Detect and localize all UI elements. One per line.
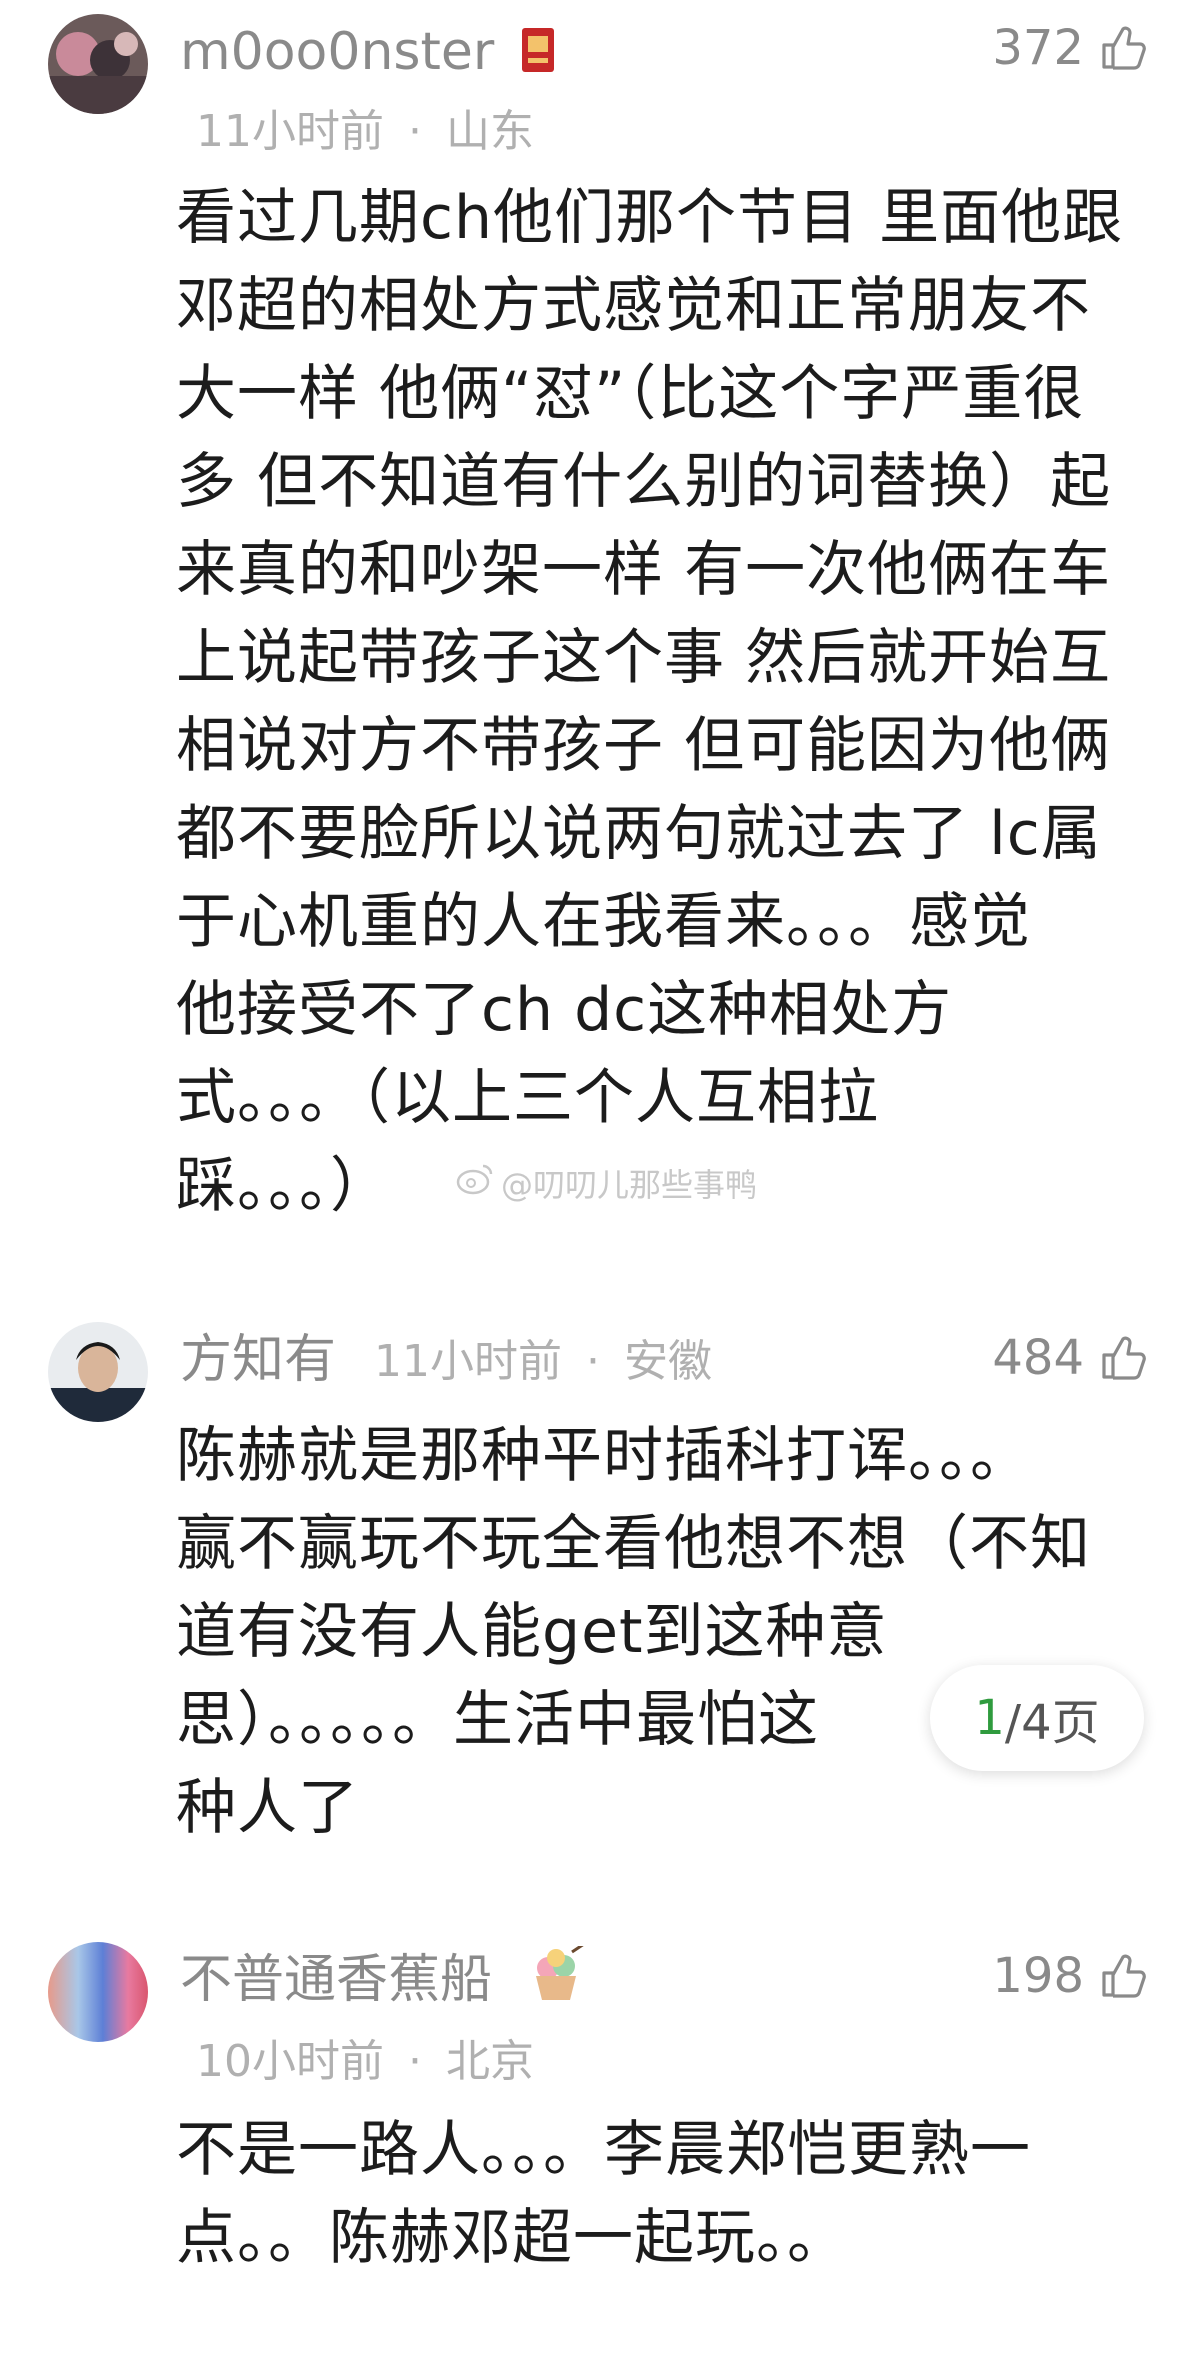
like-count: 198 [992, 1948, 1084, 2004]
like-button[interactable]: 198 [992, 1946, 1148, 2006]
comment-meta: 11小时前 · 山东 [196, 104, 534, 160]
comment-line: 邓超的相处方式感觉和正常朋友不 [176, 271, 1091, 341]
page-current: 1 [974, 1690, 1005, 1746]
comment-line: 都不要脸所以说两句就过去了 lc属 [176, 799, 1102, 869]
watermark: @叨叨儿那些事鸭 [455, 1160, 757, 1206]
comment-line: 于心机重的人在我看来。。。感觉 [176, 887, 1031, 957]
comment-time: 10小时前 [196, 2036, 384, 2087]
comment-line: 式。。。（以上三个人互相拉 [176, 1063, 879, 1133]
comment-location: 山东 [446, 106, 534, 157]
comment-line: 多 但不知道有什么别的词替换）起 [176, 447, 1112, 517]
comment-time: 11小时前 [374, 1336, 562, 1387]
comment-line: 相说对方不带孩子 但可能因为他俩 [176, 711, 1112, 781]
avatar[interactable] [48, 14, 148, 114]
like-count: 484 [992, 1330, 1084, 1386]
like-count: 372 [992, 20, 1084, 76]
watermark-text: @叨叨儿那些事鸭 [501, 1166, 758, 1204]
meta-separator: · [408, 106, 422, 157]
comment-time: 11小时前 [196, 106, 384, 157]
comment-line: 不是一路人。。。李晨郑恺更熟一 [176, 2115, 1031, 2185]
page-indicator[interactable]: 1/4页 [930, 1665, 1144, 1771]
page-total: /4页 [1004, 1695, 1100, 1751]
comment-line: 他接受不了ch dc这种相处方 [176, 975, 953, 1045]
like-button[interactable]: 372 [992, 18, 1148, 78]
comment-meta: 11小时前 · 安徽 [374, 1334, 712, 1390]
like-button[interactable]: 484 [992, 1328, 1148, 1388]
comment-text: 看过几期ch他们那个节目 里面他跟 邓超的相处方式感觉和正常朋友不 大一样 他俩… [176, 174, 1124, 1230]
comment-line: 看过几期ch他们那个节目 里面他跟 [176, 183, 1124, 253]
comment-location: 安徽 [624, 1336, 712, 1387]
weibo-icon [455, 1162, 495, 1204]
comment-line: 赢不赢玩不玩全看他想不想（不知 [176, 1509, 1091, 1579]
comment-text: 陈赫就是那种平时插科打诨。。。 赢不赢玩不玩全看他想不想（不知 道有没有人能ge… [176, 1412, 1116, 1852]
meta-separator: · [408, 2036, 422, 2087]
meta-separator: · [586, 1336, 600, 1387]
username[interactable]: 方知有 [180, 1330, 336, 1390]
comment-line: 来真的和吵架一样 有一次他俩在车 [176, 535, 1112, 605]
comment-line: 陈赫就是那种平时插科打诨。。。 [176, 1421, 1031, 1491]
comment-line: 上说起带孩子这个事 然后就开始互 [176, 623, 1112, 693]
username[interactable]: 不普通香蕉船 [180, 1950, 492, 2010]
comment-line: 大一样 他俩“怼”（比这个字严重很 [176, 359, 1085, 429]
thumbs-up-icon [1098, 1951, 1148, 2001]
comment-line: 点。。陈赫邓超一起玩。。 [176, 2203, 848, 2273]
thumbs-up-icon [1098, 1333, 1148, 1383]
username[interactable]: m0oo0nster [180, 22, 494, 82]
comment-meta: 10小时前 · 北京 [196, 2034, 534, 2090]
ice-cream-icon [528, 1942, 588, 2010]
comment-line: 道有没有人能get到这种意 [176, 1597, 888, 1667]
comment-text: 不是一路人。。。李晨郑恺更熟一 点。。陈赫邓超一起玩。。 [176, 2106, 1116, 2282]
thumbs-up-icon [1098, 23, 1148, 73]
red-badge-icon [520, 26, 556, 78]
comment-line: 种人了 [176, 1773, 359, 1843]
avatar[interactable] [48, 1942, 148, 2042]
comment-location: 北京 [446, 2036, 534, 2087]
avatar[interactable] [48, 1322, 148, 1422]
